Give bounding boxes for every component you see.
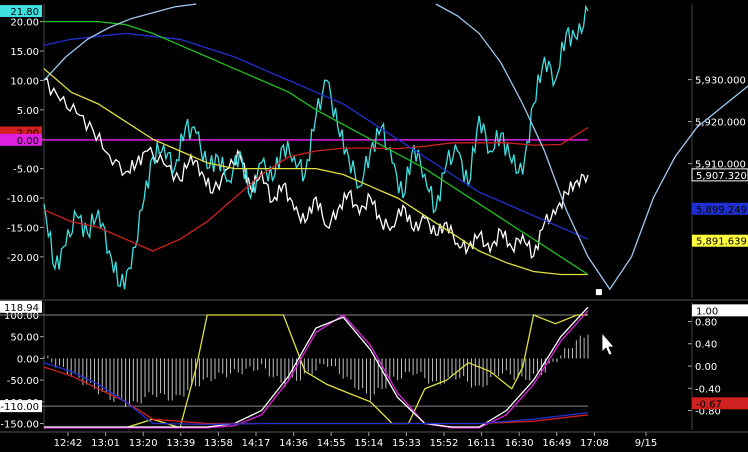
time-tick-label: 16:30 — [505, 438, 534, 449]
time-tick-label: 9/15 — [635, 438, 657, 449]
left-value-badge-label: 21.80 — [10, 7, 39, 18]
time-tick-label: 16:49 — [542, 438, 571, 449]
right-value-badge-label: 5,907.320 — [696, 171, 747, 182]
left-tick-label: -10.00 — [7, 194, 39, 205]
left-value-badge-label: 0.00 — [17, 136, 39, 147]
left-value-badge-label: 118.94 — [4, 303, 39, 314]
time-tick-label: 14:17 — [242, 438, 271, 449]
time-tick-label: 13:01 — [91, 438, 120, 449]
time-tick-label: 14:55 — [317, 438, 346, 449]
left-tick-label: 10.00 — [10, 76, 39, 87]
right-tick-label: 0.00 — [695, 362, 717, 373]
time-tick-label: 13:20 — [129, 438, 158, 449]
time-tick-label: 15:33 — [392, 438, 421, 449]
left-tick-label: 20.00 — [10, 18, 39, 29]
left-tick-label: 0.00 — [17, 354, 39, 365]
chart-canvas: 20.00 15.00 10.00 5.00 0.00 -5.00 -10.00 -15.00… — [0, 0, 748, 452]
left-tick-label: 5.00 — [17, 106, 39, 117]
time-tick-label: 17:08 — [580, 438, 609, 449]
left-tick-label: -150.00 — [0, 419, 39, 430]
time-tick-label: 15:52 — [430, 438, 459, 449]
time-tick-label: 12:42 — [54, 438, 83, 449]
right-tick-label: 0.40 — [695, 340, 717, 351]
time-tick-label: 15:14 — [354, 438, 383, 449]
left-tick-label: 50.00 — [10, 333, 39, 344]
right-value-badge-label: 5,891.639 — [696, 237, 747, 248]
left-tick-label: -50.00 — [7, 376, 39, 387]
time-tick-label: 14:36 — [279, 438, 308, 449]
left-tick-label: -15.00 — [7, 223, 39, 234]
right-value-badge-label: 1.00 — [696, 306, 718, 317]
time-tick-label: 13:58 — [204, 438, 233, 449]
left-value-badge-label: -110.00 — [0, 402, 39, 413]
right-tick-label: 5,930.000 — [695, 76, 746, 87]
right-tick-label: -0.40 — [695, 384, 721, 395]
right-tick-label: 0.80 — [695, 317, 717, 328]
time-tick-label: 16:11 — [467, 438, 496, 449]
left-tick-label: -20.00 — [7, 253, 39, 264]
right-value-badge-label: 5,899.249 — [696, 205, 747, 216]
right-value-badge-label: -0.67 — [696, 399, 722, 410]
endpoint-marker — [595, 289, 602, 296]
time-tick-label: 13:39 — [166, 438, 195, 449]
left-tick-label: -5.00 — [13, 165, 39, 176]
left-tick-label: 15.00 — [10, 47, 39, 58]
